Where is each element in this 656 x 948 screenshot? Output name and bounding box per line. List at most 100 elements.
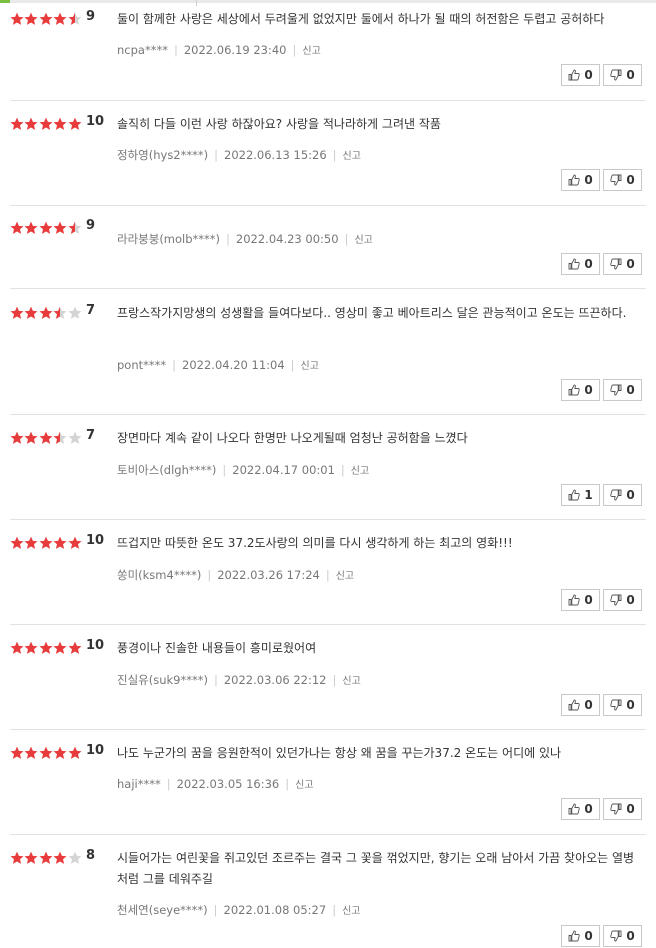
dislike-button[interactable]: 0 bbox=[603, 798, 642, 820]
thumbs-up-icon bbox=[568, 69, 581, 81]
report-link[interactable]: 신고 bbox=[295, 780, 313, 791]
review-meta: 쏭미(ksm4****) | 2022.03.26 17:24 | 신고 bbox=[117, 567, 354, 583]
review-meta: ncpa**** | 2022.06.19 23:40 | 신고 bbox=[117, 42, 321, 57]
dislike-button[interactable]: 0 bbox=[603, 694, 642, 716]
star-filled-icon bbox=[24, 641, 38, 654]
review-author[interactable]: 토비아스(dlgh****) bbox=[117, 463, 216, 477]
star-rating bbox=[10, 745, 82, 761]
like-count: 0 bbox=[584, 383, 593, 397]
top-divider bbox=[0, 0, 656, 6]
dislike-count: 0 bbox=[626, 698, 635, 712]
report-link[interactable]: 신고 bbox=[343, 151, 361, 162]
star-half-icon bbox=[68, 12, 82, 25]
like-button[interactable]: 0 bbox=[561, 694, 600, 716]
review-author[interactable]: 쏭미(ksm4****) bbox=[117, 568, 201, 582]
like-button[interactable]: 0 bbox=[561, 169, 600, 191]
review-meta: pont**** | 2022.04.20 11:04 | 신고 bbox=[117, 357, 319, 372]
like-button[interactable]: 0 bbox=[561, 798, 600, 820]
star-filled-icon bbox=[68, 117, 82, 130]
review-date: 2022.03.06 22:12 bbox=[223, 673, 327, 687]
report-link[interactable]: 신고 bbox=[336, 571, 354, 582]
thumbs-up-icon bbox=[568, 258, 581, 270]
dislike-button[interactable]: 0 bbox=[603, 484, 642, 506]
review-author[interactable]: pont**** bbox=[117, 358, 166, 372]
dislike-button[interactable]: 0 bbox=[603, 64, 642, 86]
star-filled-icon bbox=[53, 12, 67, 25]
review-author[interactable]: ncpa**** bbox=[117, 43, 168, 57]
star-filled-icon bbox=[10, 851, 24, 864]
meta-divider: | bbox=[214, 148, 218, 162]
star-filled-icon bbox=[39, 851, 53, 864]
review-date: 2022.01.08 05:27 bbox=[223, 903, 327, 917]
report-link[interactable]: 신고 bbox=[354, 235, 372, 246]
star-filled-icon bbox=[53, 221, 67, 234]
review-item: 9 둘이 함께한 사랑은 세상에서 두려울게 없었지만 둘에서 하나가 될 때의 … bbox=[10, 9, 646, 101]
like-button[interactable]: 0 bbox=[561, 64, 600, 86]
star-filled-icon bbox=[10, 306, 24, 319]
dislike-count: 0 bbox=[626, 929, 635, 943]
review-author[interactable]: haji**** bbox=[117, 777, 161, 791]
star-rating bbox=[10, 305, 82, 321]
report-link[interactable]: 신고 bbox=[301, 361, 319, 372]
star-filled-icon bbox=[39, 641, 53, 654]
like-button[interactable]: 0 bbox=[561, 925, 600, 947]
review-text: 뜨겁지만 따뜻한 온도 37.2도사랑의 의미를 다시 생각하게 하는 최고의 … bbox=[117, 536, 513, 550]
like-count: 0 bbox=[584, 593, 593, 607]
like-button[interactable]: 1 bbox=[561, 484, 600, 506]
thumbs-up-icon bbox=[568, 384, 581, 396]
star-filled-icon bbox=[39, 117, 53, 130]
like-button[interactable]: 0 bbox=[561, 379, 600, 401]
review-date: 2022.03.05 16:36 bbox=[176, 777, 280, 791]
report-link[interactable]: 신고 bbox=[351, 466, 369, 477]
dislike-button[interactable]: 0 bbox=[603, 169, 642, 191]
star-filled-icon bbox=[68, 641, 82, 654]
review-author[interactable]: 진실유(suk9****) bbox=[117, 673, 208, 687]
report-link[interactable]: 신고 bbox=[342, 906, 360, 917]
like-count: 0 bbox=[584, 929, 593, 943]
star-rating bbox=[10, 220, 82, 236]
star-filled-icon bbox=[39, 536, 53, 549]
like-button[interactable]: 0 bbox=[561, 253, 600, 275]
report-link[interactable]: 신고 bbox=[302, 46, 320, 57]
report-link[interactable]: 신고 bbox=[342, 676, 360, 687]
review-author[interactable]: 천세연(seye****) bbox=[117, 903, 208, 917]
top-tick bbox=[196, 0, 197, 6]
review-meta: 정하영(hys2****) | 2022.06.13 15:26 | 신고 bbox=[117, 147, 361, 163]
rating-score: 9 bbox=[86, 218, 96, 233]
like-button[interactable]: 0 bbox=[561, 589, 600, 611]
meta-divider: | bbox=[226, 232, 230, 246]
dislike-button[interactable]: 0 bbox=[603, 253, 642, 275]
dislike-count: 0 bbox=[626, 173, 635, 187]
thumbs-down-icon bbox=[610, 69, 622, 81]
star-rating bbox=[10, 640, 82, 656]
review-text: 솔직히 다들 이런 사랑 하잖아요? 사랑을 적나라하게 그려낸 작품 bbox=[117, 117, 441, 131]
review-date: 2022.06.13 15:26 bbox=[224, 148, 327, 162]
star-filled-icon bbox=[24, 536, 38, 549]
meta-divider: | bbox=[173, 43, 178, 57]
star-filled-icon bbox=[10, 12, 24, 25]
thumbs-down-icon bbox=[610, 594, 622, 606]
review-author[interactable]: 정하영(hys2****) bbox=[117, 148, 208, 162]
meta-divider: | bbox=[332, 148, 337, 162]
vote-buttons: 10 bbox=[561, 484, 642, 506]
star-filled-icon bbox=[24, 12, 38, 25]
star-empty-icon bbox=[68, 306, 82, 319]
dislike-button[interactable]: 0 bbox=[603, 379, 642, 401]
thumbs-down-icon bbox=[610, 803, 622, 815]
dislike-button[interactable]: 0 bbox=[603, 589, 642, 611]
review-item: 7 프랑스작가지망생의 성생활을 들여다보다.. 영상미 좋고 베아트리스 달은 … bbox=[10, 303, 646, 415]
rating-score: 9 bbox=[86, 9, 96, 24]
dislike-button[interactable]: 0 bbox=[603, 925, 642, 947]
thumbs-down-icon bbox=[610, 699, 622, 711]
star-rating bbox=[10, 535, 82, 551]
top-accent bbox=[0, 0, 10, 3]
review-author[interactable]: 라라붕붕(molb****) bbox=[117, 232, 220, 246]
review-meta: haji**** | 2022.03.05 16:36 | 신고 bbox=[117, 776, 314, 791]
star-filled-icon bbox=[68, 536, 82, 549]
star-filled-icon bbox=[10, 641, 24, 654]
meta-divider: | bbox=[332, 903, 337, 917]
dislike-count: 0 bbox=[626, 593, 635, 607]
star-filled-icon bbox=[53, 641, 67, 654]
rating-score: 10 bbox=[86, 743, 105, 758]
dislike-count: 0 bbox=[626, 802, 635, 816]
